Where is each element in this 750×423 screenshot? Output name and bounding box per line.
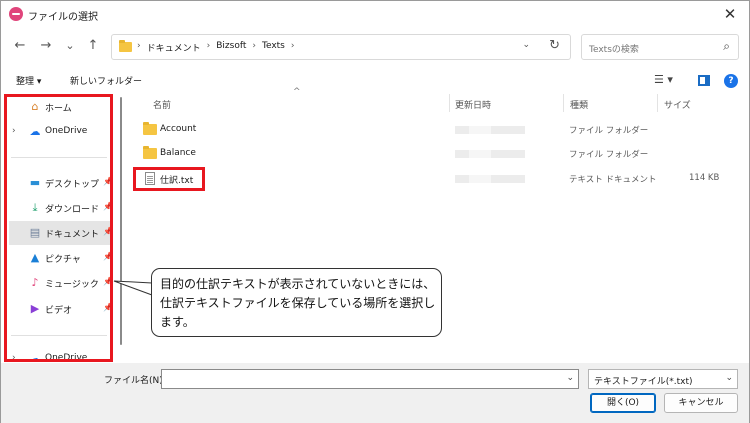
address-bar[interactable]: › ドキュメント › Bizsoft › Texts › ⌄ ↻ xyxy=(111,34,571,60)
new-folder-button[interactable]: 新しいフォルダー xyxy=(70,74,142,87)
sort-ascending-icon: ^ xyxy=(293,87,301,97)
footer-panel: ファイル名(N): ⌄ テキストファイル(*.txt) ⌄ 開く(O) キャンセ… xyxy=(1,363,749,423)
search-box[interactable]: Textsの検索 ⌕ xyxy=(581,34,739,60)
breadcrumb-separator: › xyxy=(252,41,256,51)
forward-arrow-icon[interactable]: → xyxy=(37,37,55,55)
column-header-date[interactable]: 更新日時 xyxy=(455,98,491,111)
modified-date-redacted xyxy=(455,150,525,158)
breadcrumb-item[interactable]: Bizsoft xyxy=(216,41,246,54)
recent-locations-icon[interactable]: ⌄ xyxy=(61,37,79,55)
open-button[interactable]: 開く(O) xyxy=(590,393,656,413)
breadcrumb: › ドキュメント › Bizsoft › Texts › xyxy=(137,41,295,54)
column-header-name[interactable]: 名前 xyxy=(153,98,171,111)
column-divider[interactable] xyxy=(657,94,658,112)
breadcrumb-separator: › xyxy=(290,41,295,51)
cancel-button[interactable]: キャンセル xyxy=(664,393,738,413)
chevron-down-icon[interactable]: ⌄ xyxy=(522,40,530,50)
folder-icon xyxy=(119,40,132,52)
app-icon xyxy=(9,7,23,21)
filename-field[interactable]: ⌄ xyxy=(161,369,579,389)
search-icon[interactable]: ⌕ xyxy=(723,39,730,54)
refresh-icon[interactable]: ↻ xyxy=(549,38,560,53)
breadcrumb-item[interactable]: Texts xyxy=(262,41,285,54)
file-type-filter-value: テキストファイル(*.txt) xyxy=(594,377,693,387)
breadcrumb-separator: › xyxy=(206,41,211,51)
callout-text: 目的の仕訳テキストが表示されていないときには、仕訳テキストファイルを保存している… xyxy=(160,277,436,329)
view-options-icon[interactable]: ☰ ▾ xyxy=(654,73,673,86)
modified-date-redacted xyxy=(455,126,525,134)
column-divider[interactable] xyxy=(449,94,450,112)
file-size: 114 KB xyxy=(689,173,720,183)
back-arrow-icon[interactable]: ← xyxy=(11,37,29,55)
dialog-title: ファイルの選択 xyxy=(28,12,98,23)
callout-pointer xyxy=(113,280,153,296)
file-row-shiwake-txt[interactable]: 仕訳.txt テキスト ドキュメント 114 KB xyxy=(135,167,745,191)
chevron-down-icon[interactable]: ⌄ xyxy=(566,373,574,383)
file-row-balance[interactable]: Balance ファイル フォルダー xyxy=(135,142,745,166)
chevron-down-icon[interactable]: ⌄ xyxy=(725,373,733,383)
close-icon[interactable]: ✕ xyxy=(719,4,741,24)
file-type-filter[interactable]: テキストファイル(*.txt) ⌄ xyxy=(588,369,738,389)
file-type: テキスト ドキュメント xyxy=(569,175,657,185)
folder-icon xyxy=(143,146,157,159)
file-type: ファイル フォルダー xyxy=(569,126,649,136)
filename-label: ファイル名(N): xyxy=(104,376,166,386)
column-header-type[interactable]: 種類 xyxy=(570,98,588,111)
highlight-box-navigation-pane xyxy=(4,94,113,362)
file-open-dialog: ファイルの選択 ✕ ← → ⌄ ↑ › ドキュメント › Bizsoft › T… xyxy=(0,0,750,423)
help-icon[interactable]: ? xyxy=(724,74,738,88)
up-arrow-icon[interactable]: ↑ xyxy=(84,37,102,55)
sidebar-scrollbar[interactable] xyxy=(120,97,122,345)
breadcrumb-item[interactable]: ドキュメント xyxy=(147,41,201,54)
file-row-account[interactable]: Account ファイル フォルダー xyxy=(135,118,745,142)
folder-icon xyxy=(143,122,157,135)
highlight-box-file xyxy=(133,167,205,191)
file-name: Balance xyxy=(160,148,196,158)
title-bar: ファイルの選択 ✕ xyxy=(1,1,749,29)
file-type: ファイル フォルダー xyxy=(569,150,649,160)
column-divider[interactable] xyxy=(563,94,564,112)
modified-date-redacted xyxy=(455,175,525,183)
column-header-size[interactable]: サイズ xyxy=(664,98,691,111)
organize-button[interactable]: 整理 ▾ xyxy=(16,74,41,87)
search-input[interactable]: Textsの検索 xyxy=(589,42,639,55)
callout-box: 目的の仕訳テキストが表示されていないときには、仕訳テキストファイルを保存している… xyxy=(151,268,442,337)
breadcrumb-separator: › xyxy=(137,41,141,51)
file-name: Account xyxy=(160,124,197,134)
preview-pane-icon[interactable] xyxy=(698,75,710,86)
